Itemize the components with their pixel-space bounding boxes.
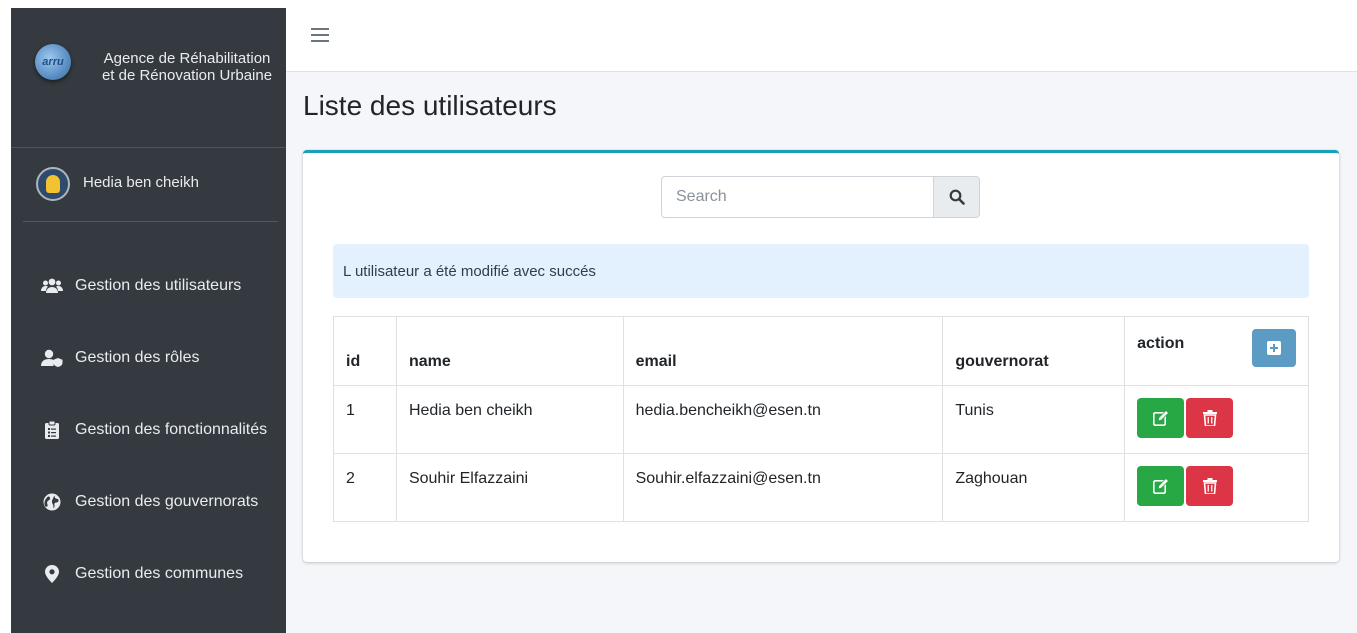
sidebar-item-utilisateurs[interactable]: Gestion des utilisateurs [11, 250, 286, 322]
sidebar-item-label: Gestion des gouvernorats [75, 493, 259, 510]
sidebar-item-label: Gestion des communes [75, 565, 244, 582]
sidebar-item-gouvernorats[interactable]: Gestion des gouvernorats [11, 466, 286, 538]
search-input[interactable] [661, 176, 934, 218]
globe-icon [41, 493, 63, 511]
table-header-row: id name email gouvernorat action [333, 316, 1309, 386]
column-header-gouvernorat: gouvernorat [942, 316, 1126, 386]
search-icon [949, 189, 965, 205]
divider [23, 221, 278, 222]
sidebar-item-communes[interactable]: Gestion des communes [11, 538, 286, 610]
sidebar-item-label: Gestion des utilisateurs [75, 277, 242, 294]
table-row: 2 Souhir Elfazzaini Souhir.elfazzaini@es… [333, 453, 1309, 522]
sidebar: arru Agence de Réhabilitation et de Réno… [11, 8, 286, 633]
brand[interactable]: arru Agence de Réhabilitation et de Réno… [11, 8, 286, 148]
plus-square-icon [1267, 341, 1281, 355]
sidebar-nav: Gestion des utilisateurs Gestion des rôl… [11, 250, 286, 610]
edit-icon [1152, 410, 1169, 426]
cell-actions [1124, 385, 1309, 454]
edit-icon [1152, 478, 1169, 494]
edit-button[interactable] [1137, 466, 1185, 506]
users-card: L utilisateur a été modifié avec succés … [303, 150, 1339, 562]
map-marker-icon [41, 565, 63, 583]
cell-gouvernorat: Zaghouan [942, 453, 1126, 522]
user-name[interactable]: Hedia ben cheikh [83, 174, 199, 191]
clipboard-list-icon [41, 421, 63, 439]
success-alert: L utilisateur a été modifié avec succés [333, 244, 1309, 298]
cell-id: 2 [333, 453, 397, 522]
column-header-name: name [395, 316, 624, 386]
brand-line-2: et de Rénovation Urbaine [101, 67, 273, 84]
search-group [661, 176, 980, 218]
cell-id: 1 [333, 385, 397, 454]
sidebar-item-roles[interactable]: Gestion des rôles [11, 322, 286, 394]
users-table: id name email gouvernorat action 1 Hedia… [333, 316, 1309, 522]
user-panel[interactable]: Hedia ben cheikh [11, 148, 286, 222]
cell-name: Souhir Elfazzaini [395, 453, 624, 522]
brand-line-1: Agence de Réhabilitation [103, 50, 271, 67]
search-button[interactable] [934, 176, 980, 218]
cell-gouvernorat: Tunis [942, 385, 1126, 454]
column-header-id: id [333, 316, 397, 386]
brand-name[interactable]: Agence de Réhabilitation et de Rénovatio… [91, 50, 283, 84]
cell-actions [1124, 453, 1309, 522]
top-navbar [286, 8, 1357, 72]
users-icon [41, 277, 63, 295]
add-user-button[interactable] [1252, 329, 1296, 367]
page-title: Liste des utilisateurs [303, 90, 557, 121]
delete-button[interactable] [1186, 466, 1234, 506]
trash-icon [1202, 410, 1217, 426]
cell-email: hedia.bencheikh@esen.tn [622, 385, 944, 454]
column-header-action-label: action [1137, 335, 1185, 352]
cell-name: Hedia ben cheikh [395, 385, 624, 454]
table-row: 1 Hedia ben cheikh hedia.bencheikh@esen.… [333, 385, 1309, 454]
alert-text: L utilisateur a été modifié avec succés [343, 262, 596, 280]
delete-button[interactable] [1186, 398, 1234, 438]
edit-button[interactable] [1137, 398, 1185, 438]
column-header-email: email [622, 316, 944, 386]
sidebar-item-label: Gestion des rôles [75, 349, 200, 366]
sidebar-item-label: Gestion des fonctionnalités [75, 421, 268, 438]
avatar[interactable] [36, 167, 70, 201]
brand-logo-text: arru [42, 56, 64, 68]
user-shield-icon [41, 349, 63, 367]
trash-icon [1202, 478, 1217, 494]
menu-toggle-icon[interactable] [311, 28, 329, 42]
main-content: Liste des utilisateurs L utilisateur a é… [286, 8, 1357, 633]
user-avatar-icon [46, 175, 60, 193]
cell-email: Souhir.elfazzaini@esen.tn [622, 453, 944, 522]
brand-logo[interactable]: arru [35, 44, 71, 80]
column-header-action: action [1124, 316, 1309, 386]
sidebar-item-fonctionnalites[interactable]: Gestion des fonctionnalités [11, 394, 286, 466]
